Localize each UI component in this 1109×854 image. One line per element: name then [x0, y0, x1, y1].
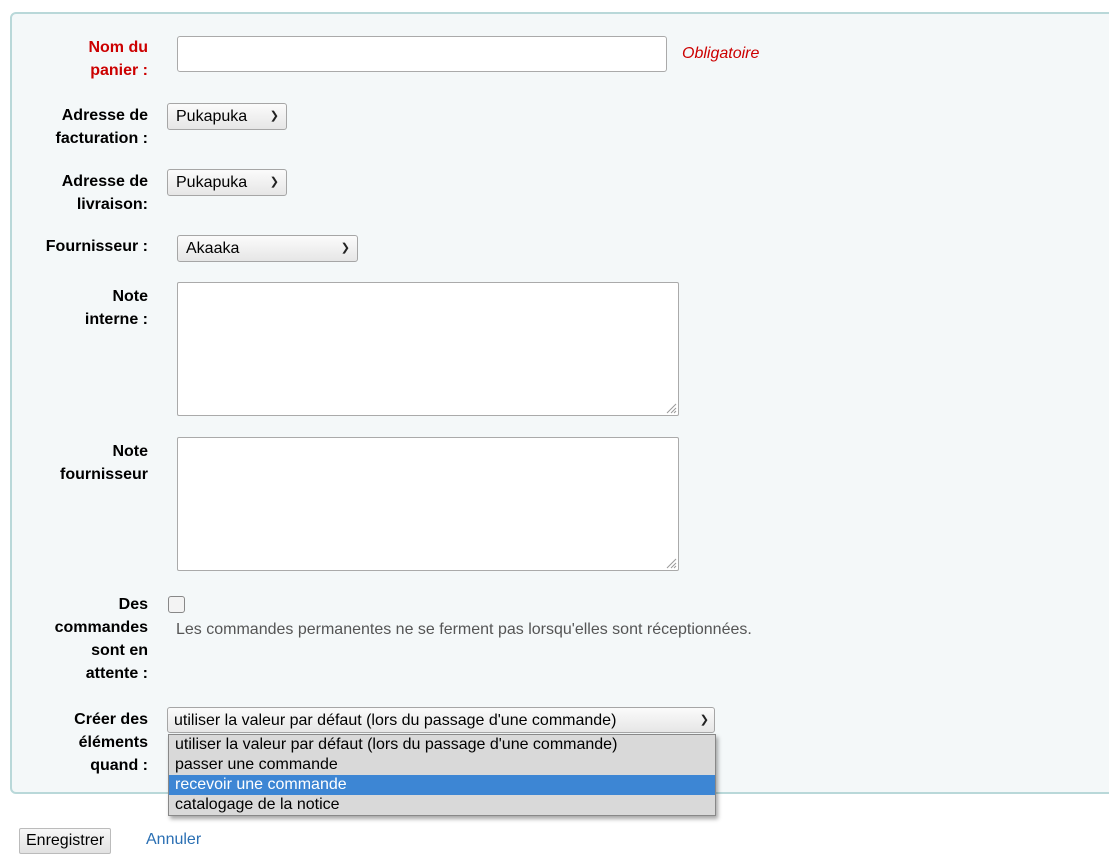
resize-grip-icon[interactable]: [665, 557, 677, 569]
delivery-address-label-line1: Adresse de: [61, 173, 148, 190]
basket-name-label-line1: Nom du: [88, 39, 148, 56]
create-items-label-line3: quand :: [90, 757, 148, 774]
basket-name-input[interactable]: [177, 36, 667, 72]
vendor-note-label-line2: fournisseur: [59, 466, 148, 483]
vendor-label-text: Fournisseur :: [45, 238, 148, 255]
standing-orders-label: Des commandes sont en attente :: [55, 593, 148, 685]
save-button[interactable]: Enregistrer: [19, 828, 112, 854]
standing-orders-label-line3: sont en: [91, 642, 148, 659]
vendor-label: Fournisseur :: [46, 235, 148, 258]
standing-orders-hint: Les commandes permanentes ne se ferment …: [176, 621, 752, 638]
dropdown-option-highlighted[interactable]: recevoir une commande: [169, 775, 715, 795]
vendor-note-label-line1: Note: [112, 443, 148, 460]
chevron-down-icon: ❯: [340, 242, 350, 254]
create-items-select[interactable]: utiliser la valeur par défaut (lors du p…: [167, 707, 715, 733]
internal-note-label-line2: interne :: [84, 311, 148, 328]
cancel-link[interactable]: Annuler: [146, 831, 201, 849]
internal-note-label-line1: Note: [112, 288, 148, 305]
required-note: Obligatoire: [682, 45, 760, 62]
delivery-address-label-line2: livraison:: [76, 196, 148, 213]
chevron-down-icon: ❯: [269, 176, 279, 188]
billing-address-value: Pukapuka: [176, 108, 248, 125]
create-items-dropdown-list: utiliser la valeur par défaut (lors du p…: [168, 734, 716, 816]
billing-address-label-line1: Adresse de: [61, 107, 148, 124]
vendor-note-textarea[interactable]: [177, 437, 679, 571]
basket-name-label: Nom du panier :: [88, 36, 148, 82]
resize-grip-icon[interactable]: [665, 402, 677, 414]
standing-orders-checkbox[interactable]: [168, 596, 185, 613]
chevron-down-icon: ❯: [699, 713, 709, 726]
dropdown-option[interactable]: catalogage de la notice: [169, 795, 715, 815]
create-items-label: Créer des éléments quand :: [74, 708, 148, 777]
create-items-label-line1: Créer des: [74, 711, 148, 728]
basket-name-label-line2: panier :: [90, 62, 148, 79]
chevron-down-icon: ❯: [269, 110, 279, 122]
standing-orders-label-line2: commandes: [54, 619, 148, 636]
standing-orders-label-line4: attente :: [85, 665, 148, 682]
vendor-note-label: Note fournisseur: [60, 440, 148, 486]
dropdown-option[interactable]: passer une commande: [169, 755, 715, 775]
standing-orders-label-line1: Des: [118, 596, 148, 613]
delivery-address-label: Adresse de livraison:: [62, 170, 148, 216]
delivery-address-value: Pukapuka: [176, 174, 248, 191]
dropdown-option[interactable]: utiliser la valeur par défaut (lors du p…: [169, 735, 715, 755]
create-items-value: utiliser la valeur par défaut (lors du p…: [174, 711, 617, 729]
delivery-address-select[interactable]: Pukapuka ❯: [167, 169, 287, 196]
internal-note-label: Note interne :: [85, 285, 148, 331]
billing-address-label-line2: facturation :: [55, 130, 148, 147]
create-items-label-line2: éléments: [78, 734, 148, 751]
billing-address-select[interactable]: Pukapuka ❯: [167, 103, 287, 130]
internal-note-textarea[interactable]: [177, 282, 679, 416]
billing-address-label: Adresse de facturation :: [56, 104, 148, 150]
vendor-select[interactable]: Akaaka ❯: [177, 235, 358, 262]
vendor-value: Akaaka: [186, 240, 240, 257]
